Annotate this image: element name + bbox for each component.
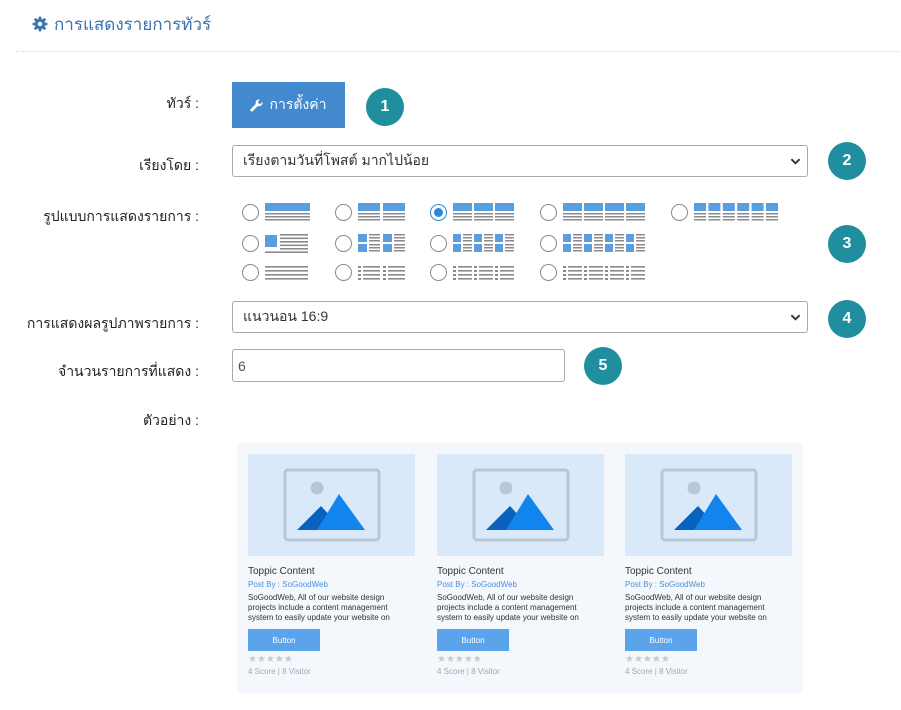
layout-option-grid-4[interactable]	[540, 203, 645, 221]
preview-card-button: Button	[625, 629, 697, 651]
preview-card-description: SoGoodWeb, All of our website design pro…	[625, 593, 767, 622]
layout-radio[interactable]	[540, 203, 557, 221]
layout-radio[interactable]	[242, 234, 259, 252]
layout-radio[interactable]	[540, 234, 557, 252]
layout-radio[interactable]	[335, 234, 352, 252]
image-placeholder-icon	[283, 468, 381, 542]
layout-text-1-icon	[265, 265, 308, 280]
preview-card-image	[437, 454, 604, 556]
preview-label: ตัวอย่าง :	[142, 412, 199, 428]
layout-grid-2-icon	[358, 203, 405, 221]
preview-card-description: SoGoodWeb, All of our website design pro…	[248, 593, 390, 622]
layout-radio-selected[interactable]	[430, 203, 447, 221]
preview-card-image	[625, 454, 792, 556]
header-divider	[16, 51, 900, 52]
layout-option-thumb-4[interactable]	[540, 233, 645, 253]
layout-thumb-2-icon	[358, 234, 405, 252]
layout-option-grid-3[interactable]	[430, 203, 514, 221]
layout-radio[interactable]	[430, 264, 447, 281]
layout-grid-6-icon	[694, 203, 778, 221]
count-label: จำนวนรายการที่แสดง :	[57, 363, 199, 379]
image-placeholder-icon	[660, 468, 758, 542]
chevron-down-icon	[790, 158, 801, 165]
preview-card-image	[248, 454, 415, 556]
layout-option-text-2[interactable]	[335, 264, 405, 281]
layout-option-thumb-1[interactable]	[242, 233, 308, 253]
count-input[interactable]: 6	[232, 349, 565, 382]
layout-thumb-4-icon	[563, 234, 645, 252]
settings-button-label: การตั้งค่า	[269, 96, 327, 112]
preview-card-author: Post By : SoGoodWeb	[625, 580, 705, 589]
settings-button[interactable]: การตั้งค่า	[232, 82, 345, 128]
preview-card-button: Button	[437, 629, 509, 651]
sort-select-value: เรียงตามวันที่โพสต์ มากไปน้อย	[243, 152, 430, 168]
layout-grid-4-icon	[563, 203, 645, 221]
rating-stars: ★★★★★	[437, 654, 482, 665]
layout-option-list-1[interactable]	[242, 203, 310, 221]
layout-option-text-3[interactable]	[430, 264, 514, 281]
gear-icon	[32, 16, 48, 32]
step-badge-5: 5	[584, 347, 622, 385]
step-badge-4: 4	[828, 300, 866, 338]
sort-select[interactable]: เรียงตามวันที่โพสต์ มากไปน้อย	[232, 145, 808, 177]
layout-option-text-4[interactable]	[540, 264, 645, 281]
layout-grid-3-icon	[453, 203, 514, 221]
layout-option-grid-2[interactable]	[335, 203, 405, 221]
layout-list-1-icon	[265, 203, 310, 221]
preview-card: Toppic Content Post By : SoGoodWeb SoGoo…	[625, 454, 792, 676]
preview-card-button: Button	[248, 629, 320, 651]
layout-radio[interactable]	[430, 234, 447, 252]
layout-option-thumb-2[interactable]	[335, 233, 405, 253]
layout-radio[interactable]	[335, 203, 352, 221]
layout-option-grid-6[interactable]	[671, 203, 778, 221]
preview-card: Toppic Content Post By : SoGoodWeb SoGoo…	[248, 454, 415, 676]
layout-radio[interactable]	[242, 203, 259, 221]
count-input-value: 6	[238, 357, 246, 374]
layout-option-thumb-3[interactable]	[430, 233, 514, 253]
layout-radio[interactable]	[671, 203, 688, 221]
chevron-down-icon	[790, 314, 801, 321]
page-title: การแสดงรายการทัวร์	[54, 14, 212, 34]
preview-card-stats: 4 Score | 8 Visitor	[625, 667, 688, 676]
image-ratio-label: การแสดงผลรูปภาพรายการ :	[26, 315, 199, 331]
layout-thumb-1-icon	[265, 234, 308, 253]
layout-radio[interactable]	[540, 264, 557, 281]
preview-card-title: Toppic Content	[248, 566, 315, 577]
preview-card-stats: 4 Score | 8 Visitor	[248, 667, 311, 676]
rating-stars: ★★★★★	[625, 654, 670, 665]
page-header: การแสดงรายการทัวร์	[32, 12, 211, 36]
layout-radio[interactable]	[335, 264, 352, 281]
step-badge-2: 2	[828, 142, 866, 180]
sort-label: เรียงโดย :	[139, 157, 199, 173]
image-ratio-select-value: แนวนอน 16:9	[243, 308, 329, 324]
layout-text-3-icon	[453, 265, 514, 280]
preview-card-description: SoGoodWeb, All of our website design pro…	[437, 593, 579, 622]
preview-panel: Toppic Content Post By : SoGoodWeb SoGoo…	[237, 443, 803, 693]
preview-card-title: Toppic Content	[437, 566, 504, 577]
layout-text-2-icon	[358, 265, 405, 280]
preview-card-author: Post By : SoGoodWeb	[437, 580, 517, 589]
preview-card-title: Toppic Content	[625, 566, 692, 577]
image-placeholder-icon	[472, 468, 570, 542]
layout-text-4-icon	[563, 265, 645, 280]
layout-radio[interactable]	[242, 264, 259, 281]
rating-stars: ★★★★★	[248, 654, 293, 665]
preview-card-stats: 4 Score | 8 Visitor	[437, 667, 500, 676]
wrench-icon	[250, 98, 263, 112]
tour-label: ทัวร์ :	[166, 95, 199, 111]
preview-card-author: Post By : SoGoodWeb	[248, 580, 328, 589]
preview-card: Toppic Content Post By : SoGoodWeb SoGoo…	[437, 454, 604, 676]
layout-option-text-1[interactable]	[242, 264, 308, 281]
image-ratio-select[interactable]: แนวนอน 16:9	[232, 301, 808, 333]
step-badge-3: 3	[828, 225, 866, 263]
step-badge-1: 1	[366, 88, 404, 126]
layout-thumb-3-icon	[453, 234, 514, 252]
layout-label: รูปแบบการแสดงรายการ :	[43, 208, 199, 224]
